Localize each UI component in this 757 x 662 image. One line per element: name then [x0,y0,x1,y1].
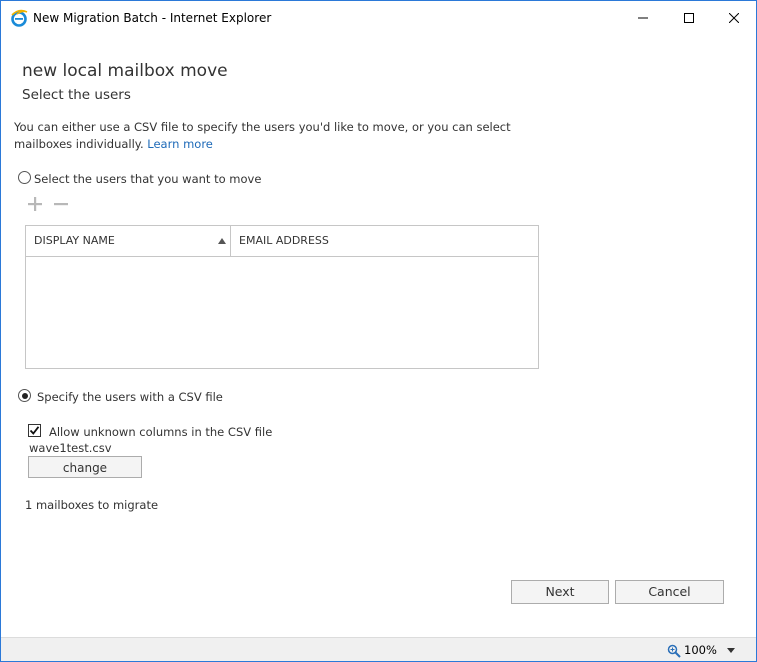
intro-description: You can either use a CSV file to specify… [14,120,511,151]
checkmark-icon [29,426,40,435]
magnifier-icon[interactable] [667,643,681,658]
csv-file-radio[interactable] [18,389,31,402]
users-table: DISPLAY NAME EMAIL ADDRESS [25,225,539,369]
title-bar: New Migration Batch - Internet Explorer [1,1,756,35]
mailbox-count: 1 mailboxes to migrate [25,498,159,512]
page-title: new local mailbox move [22,61,228,81]
column-header-email-address[interactable]: EMAIL ADDRESS [231,226,538,256]
maximize-icon [684,13,694,23]
column-header-display-name[interactable]: DISPLAY NAME [26,226,231,256]
plus-icon [28,197,42,211]
add-user-button[interactable] [27,196,43,212]
status-bar: 100% [1,637,756,661]
minus-icon [54,203,68,206]
learn-more-link[interactable]: Learn more [147,137,213,151]
chevron-down-icon[interactable] [727,648,735,653]
zoom-level[interactable]: 100% [684,643,717,657]
csv-filename: wave1test.csv [29,441,112,455]
cancel-button[interactable]: Cancel [615,580,724,604]
maximize-button[interactable] [666,1,712,35]
select-users-label[interactable]: Select the users that you want to move [34,172,261,186]
close-button[interactable] [711,1,756,35]
table-header: DISPLAY NAME EMAIL ADDRESS [26,226,538,257]
ie-icon [10,9,28,27]
next-button[interactable]: Next [511,580,609,604]
change-file-button[interactable]: change [28,456,142,478]
select-users-radio[interactable] [18,171,31,184]
intro-text: You can either use a CSV file to specify… [14,119,554,153]
minimize-icon [638,17,648,19]
page-subtitle: Select the users [22,87,131,103]
allow-unknown-columns-label[interactable]: Allow unknown columns in the CSV file [49,425,272,439]
window-title: New Migration Batch - Internet Explorer [33,11,272,25]
minimize-button[interactable] [620,1,666,35]
remove-user-button[interactable] [53,196,69,212]
close-icon [729,13,739,23]
browser-window: New Migration Batch - Internet Explorer … [0,0,757,662]
allow-unknown-columns-checkbox[interactable] [28,424,41,437]
csv-file-label[interactable]: Specify the users with a CSV file [37,390,223,404]
sort-up-icon [218,238,226,244]
